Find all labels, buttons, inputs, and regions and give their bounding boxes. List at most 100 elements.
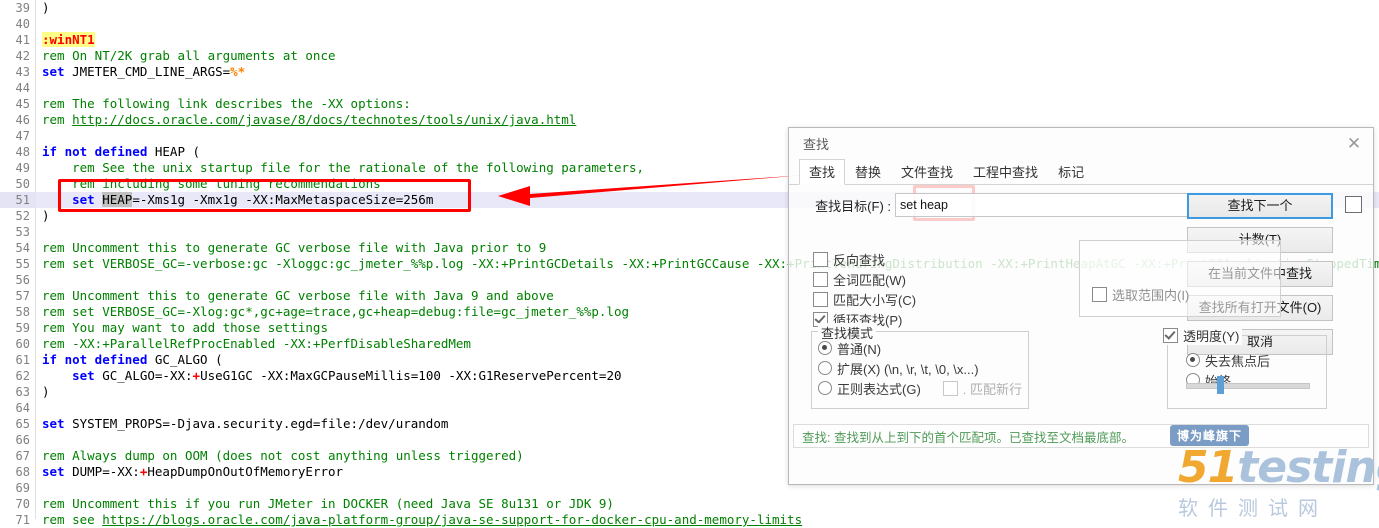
code-text: rem You may want to add those settings: [36, 320, 328, 336]
in-selection-checkbox[interactable]: [1092, 287, 1107, 302]
code-text: rem http://docs.oracle.com/javase/8/docs…: [36, 112, 576, 128]
transparency-header[interactable]: 透明度(Y): [1160, 326, 1243, 345]
code-line[interactable]: 44: [0, 80, 1379, 96]
line-number: 42: [15, 49, 30, 63]
line-number: 48: [15, 145, 30, 159]
close-icon[interactable]: ✕: [1339, 131, 1369, 157]
code-text: rem Always dump on OOM (does not cost an…: [36, 448, 524, 464]
code-line[interactable]: 71 rem see https://blogs.oracle.com/java-…: [0, 512, 1379, 528]
search-mode-option-2[interactable]: 正则表达式(G) . 匹配新行: [812, 378, 1028, 398]
checkbox-label: 反向查找: [833, 252, 886, 268]
search-mode-option-1[interactable]: 扩展(X) (\n, \r, \t, \0, \x...): [812, 358, 1028, 378]
radio[interactable]: [1186, 353, 1200, 367]
code-text: set JMETER_CMD_LINE_ARGS=%*: [36, 64, 245, 80]
code-token: +: [192, 368, 201, 383]
transparency-option-0[interactable]: 失去焦点后: [1168, 350, 1326, 370]
watermark-badge: 博为峰旗下: [1170, 425, 1250, 446]
dialog-tab-4[interactable]: 标记: [1048, 159, 1094, 184]
line-number: 61: [15, 353, 30, 367]
find-option-0[interactable]: 反向查找: [813, 249, 916, 269]
code-token: :winNT1: [42, 32, 95, 47]
code-line[interactable]: 45 rem The following link describes the -…: [0, 96, 1379, 112]
code-text: ): [36, 208, 50, 224]
code-text: rem see https://blogs.oracle.com/java-pl…: [36, 512, 802, 528]
dialog-tab-1[interactable]: 替换: [845, 159, 891, 184]
line-number: 55: [15, 257, 30, 271]
transparency-label: 透明度(Y): [1183, 329, 1240, 344]
line-number: 54: [15, 241, 30, 255]
code-token: set: [72, 368, 95, 383]
code-token: rem You may want to add those settings: [42, 320, 328, 335]
transparency-checkbox[interactable]: [1163, 328, 1178, 343]
extra-checkbox[interactable]: [1345, 196, 1362, 213]
code-line[interactable]: 41 :winNT1: [0, 32, 1379, 48]
code-text: if not defined HEAP (: [36, 144, 200, 160]
code-line[interactable]: 46 rem http://docs.oracle.com/javase/8/do…: [0, 112, 1379, 128]
code-text: rem Uncomment this to generate GC verbos…: [36, 240, 546, 256]
dialog-tabs[interactable]: 查找 替换 文件查找 工程中查找 标记: [789, 159, 1373, 185]
code-text: rem Uncomment this if you run JMeter in …: [36, 496, 614, 512]
code-token: ): [42, 0, 50, 15]
code-line[interactable]: 43 set JMETER_CMD_LINE_ARGS=%*: [0, 64, 1379, 80]
find-option-1[interactable]: 全词匹配(W): [813, 269, 916, 289]
radio[interactable]: [818, 361, 832, 375]
checkbox[interactable]: [813, 271, 828, 287]
code-token: set: [42, 464, 65, 479]
code-line[interactable]: 70 rem Uncomment this if you run JMeter i…: [0, 496, 1379, 512]
code-text: ): [36, 384, 50, 400]
line-number: 52: [15, 209, 30, 223]
find-dialog[interactable]: 查找 ✕ 查找替换文件查找工程中查找标记 查找目标(F) : ▼ 查找下一个 计…: [788, 127, 1374, 485]
dialog-tab-2[interactable]: 文件查找: [891, 159, 963, 184]
find-option-2[interactable]: 匹配大小写(C): [813, 289, 916, 309]
line-number: 43: [15, 65, 30, 79]
code-token: HEAP: [102, 192, 133, 207]
code-token: http://docs.oracle.com/javase/8/docs/tec…: [72, 112, 577, 127]
code-token: =-Xms1g -Xmx1g -XX:MaxMetaspaceSize=256m: [132, 192, 434, 207]
code-text: rem On NT/2K grab all arguments at once: [36, 48, 336, 64]
code-text: set DUMP=-XX:+HeapDumpOnOutOfMemoryError: [36, 464, 343, 480]
transparency-slider[interactable]: [1186, 376, 1310, 394]
dialog-tab-3[interactable]: 工程中查找: [963, 159, 1048, 184]
code-line[interactable]: 42 rem On NT/2K grab all arguments at onc…: [0, 48, 1379, 64]
code-token: rem Uncomment this to generate GC verbos…: [42, 288, 554, 303]
code-token: rem See the unix startup file for the ra…: [42, 160, 645, 175]
line-number: 62: [15, 369, 30, 383]
line-number: 41: [15, 33, 30, 47]
checkbox[interactable]: [813, 291, 828, 307]
line-number: 58: [15, 305, 30, 319]
line-number: 71: [15, 513, 30, 527]
code-token: rem Uncomment this to generate GC verbos…: [42, 240, 547, 255]
dialog-title: 查找: [803, 137, 830, 152]
match-newline-checkbox[interactable]: [942, 380, 958, 396]
dialog-tab-0[interactable]: 查找: [799, 159, 846, 185]
code-line[interactable]: 40: [0, 16, 1379, 32]
code-text: rem set VERBOSE_GC=-Xlog:gc*,gc+age=trac…: [36, 304, 629, 320]
find-next-button[interactable]: 查找下一个: [1187, 193, 1333, 219]
code-token: rem The following link describes the -XX…: [42, 96, 411, 111]
code-token: set: [72, 192, 95, 207]
code-line[interactable]: 39): [0, 0, 1379, 16]
line-number: 40: [15, 17, 30, 31]
code-text: rem -XX:+ParallelRefProcEnabled -XX:+Per…: [36, 336, 471, 352]
dialog-titlebar[interactable]: 查找 ✕: [789, 128, 1373, 159]
find-options-checkboxes[interactable]: 反向查找 全词匹配(W) 匹配大小写(C) 循环查找(P): [813, 249, 916, 329]
transparency-slider-thumb[interactable]: [1217, 376, 1224, 394]
transparency-group: 透明度(Y) 失去焦点后始终: [1160, 326, 1327, 409]
find-input[interactable]: [896, 194, 1234, 216]
line-number: 68: [15, 465, 30, 479]
code-token: set: [42, 64, 65, 79]
line-number: 46: [15, 113, 30, 127]
code-token: ): [42, 208, 50, 223]
find-status-text: 查找: 查找到从上到下的首个匹配项。已查找至文档最底部。: [802, 430, 1134, 445]
code-token: %*: [230, 64, 246, 79]
code-token: DUMP=-XX:: [64, 464, 140, 479]
checkbox[interactable]: [813, 251, 828, 267]
line-number: 69: [15, 481, 30, 495]
line-number: 49: [15, 161, 30, 175]
in-selection-row[interactable]: 选取范围内(I): [1092, 285, 1189, 304]
code-text: ): [36, 0, 50, 16]
radio[interactable]: [818, 381, 832, 395]
code-token: GC_ALGO=-XX:: [94, 368, 193, 383]
code-token: HEAP (: [147, 144, 201, 159]
radio[interactable]: [818, 341, 832, 355]
